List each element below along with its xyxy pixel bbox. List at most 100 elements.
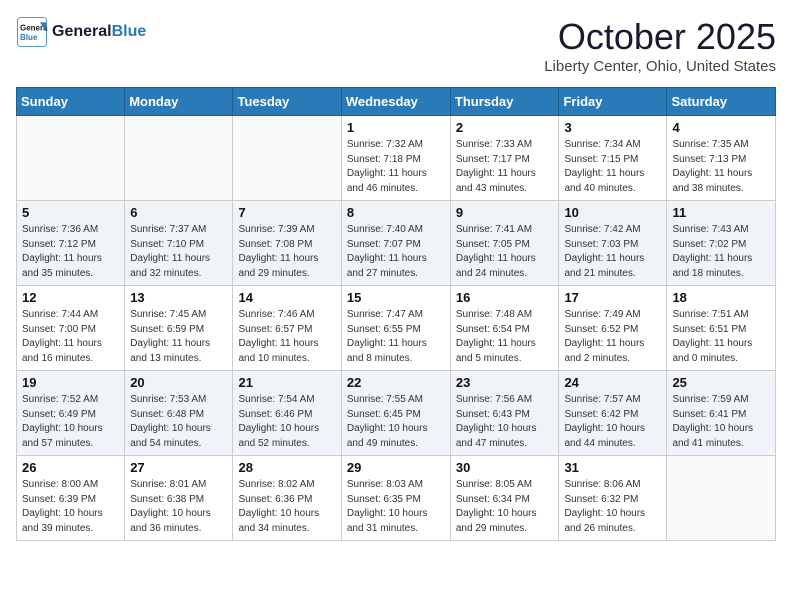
day-number: 4 [672,120,770,135]
weekday-header-tuesday: Tuesday [233,88,341,116]
day-number: 16 [456,290,554,305]
week-row-3: 12Sunrise: 7:44 AM Sunset: 7:00 PM Dayli… [17,286,776,371]
day-cell: 10 Sunrise: 7:42 AM Sunset: 7:03 PM Dayli… [559,201,667,286]
day-cell: 14 Sunrise: 7:46 AM Sunset: 6:57 PM Dayli… [233,286,341,371]
day-cell: 4 Sunrise: 7:35 AM Sunset: 7:13 PM Daylig… [667,116,776,201]
day-number: 26 [22,460,119,475]
day-cell: 7 Sunrise: 7:39 AM Sunset: 7:08 PM Daylig… [233,201,341,286]
day-number: 28 [238,460,335,475]
day-info: Sunrise: 8:03 AM Sunset: 6:35 PM Dayligh… [347,478,445,536]
logo-icon: General Blue [16,16,48,48]
logo-general: General [52,23,112,40]
day-cell: 29 Sunrise: 8:03 AM Sunset: 6:35 PM Dayli… [341,456,450,541]
day-number: 10 [564,205,661,220]
day-info: Sunrise: 7:52 AM Sunset: 6:49 PM Dayligh… [22,393,119,451]
day-info: Sunrise: 7:40 AM Sunset: 7:07 PM Dayligh… [347,223,445,281]
day-info: Sunrise: 7:34 AM Sunset: 7:15 PM Dayligh… [564,138,661,196]
logo: General Blue GeneralBlue [16,16,146,48]
day-cell: 8 Sunrise: 7:40 AM Sunset: 7:07 PM Daylig… [341,201,450,286]
day-info: Sunrise: 7:45 AM Sunset: 6:59 PM Dayligh… [130,308,227,366]
day-number: 27 [130,460,227,475]
day-cell: 16 Sunrise: 7:48 AM Sunset: 6:54 PM Dayli… [450,286,559,371]
day-info: Sunrise: 7:51 AM Sunset: 6:51 PM Dayligh… [672,308,770,366]
week-row-1: 1Sunrise: 7:32 AM Sunset: 7:18 PM Daylig… [17,116,776,201]
day-number: 19 [22,375,119,390]
week-row-5: 26 Sunrise: 8:00 AM Sunset: 6:39 PM Dayli… [17,456,776,541]
day-number: 14 [238,290,335,305]
day-cell: 1Sunrise: 7:32 AM Sunset: 7:18 PM Daylig… [341,116,450,201]
day-cell: 30Sunrise: 8:05 AM Sunset: 6:34 PM Dayli… [450,456,559,541]
day-info: Sunrise: 7:35 AM Sunset: 7:13 PM Dayligh… [672,138,770,196]
day-number: 18 [672,290,770,305]
day-cell: 15 Sunrise: 7:47 AM Sunset: 6:55 PM Dayli… [341,286,450,371]
day-number: 1 [347,120,445,135]
day-cell [667,456,776,541]
day-cell: 3 Sunrise: 7:34 AM Sunset: 7:15 PM Daylig… [559,116,667,201]
day-cell: 26 Sunrise: 8:00 AM Sunset: 6:39 PM Dayli… [17,456,125,541]
weekday-header-wednesday: Wednesday [341,88,450,116]
day-number: 8 [347,205,445,220]
day-cell [233,116,341,201]
day-info: Sunrise: 7:48 AM Sunset: 6:54 PM Dayligh… [456,308,554,366]
page-header: General Blue GeneralBlue October 2025 Li… [16,16,776,75]
day-info: Sunrise: 7:55 AM Sunset: 6:45 PM Dayligh… [347,393,445,451]
day-number: 17 [564,290,661,305]
day-cell: 23Sunrise: 7:56 AM Sunset: 6:43 PM Dayli… [450,371,559,456]
day-info: Sunrise: 7:46 AM Sunset: 6:57 PM Dayligh… [238,308,335,366]
day-info: Sunrise: 7:53 AM Sunset: 6:48 PM Dayligh… [130,393,227,451]
day-info: Sunrise: 8:00 AM Sunset: 6:39 PM Dayligh… [22,478,119,536]
day-cell: 9 Sunrise: 7:41 AM Sunset: 7:05 PM Daylig… [450,201,559,286]
day-cell: 11 Sunrise: 7:43 AM Sunset: 7:02 PM Dayli… [667,201,776,286]
day-info: Sunrise: 7:33 AM Sunset: 7:17 PM Dayligh… [456,138,554,196]
day-info: Sunrise: 7:39 AM Sunset: 7:08 PM Dayligh… [238,223,335,281]
day-cell: 31 Sunrise: 8:06 AM Sunset: 6:32 PM Dayli… [559,456,667,541]
day-number: 7 [238,205,335,220]
day-number: 11 [672,205,770,220]
day-info: Sunrise: 8:01 AM Sunset: 6:38 PM Dayligh… [130,478,227,536]
day-number: 31 [564,460,661,475]
day-info: Sunrise: 7:47 AM Sunset: 6:55 PM Dayligh… [347,308,445,366]
day-info: Sunrise: 7:54 AM Sunset: 6:46 PM Dayligh… [238,393,335,451]
day-number: 24 [564,375,661,390]
day-number: 29 [347,460,445,475]
day-info: Sunrise: 7:59 AM Sunset: 6:41 PM Dayligh… [672,393,770,451]
day-number: 2 [456,120,554,135]
day-cell [17,116,125,201]
day-number: 13 [130,290,227,305]
day-number: 25 [672,375,770,390]
day-info: Sunrise: 8:02 AM Sunset: 6:36 PM Dayligh… [238,478,335,536]
weekday-header-row: SundayMondayTuesdayWednesdayThursdayFrid… [17,88,776,116]
day-cell: 27 Sunrise: 8:01 AM Sunset: 6:38 PM Dayli… [125,456,233,541]
day-cell: 12Sunrise: 7:44 AM Sunset: 7:00 PM Dayli… [17,286,125,371]
day-cell: 5Sunrise: 7:36 AM Sunset: 7:12 PM Daylig… [17,201,125,286]
day-number: 9 [456,205,554,220]
day-info: Sunrise: 8:06 AM Sunset: 6:32 PM Dayligh… [564,478,661,536]
location: Liberty Center, Ohio, United States [544,58,776,75]
day-info: Sunrise: 8:05 AM Sunset: 6:34 PM Dayligh… [456,478,554,536]
day-cell: 21Sunrise: 7:54 AM Sunset: 6:46 PM Dayli… [233,371,341,456]
weekday-header-saturday: Saturday [667,88,776,116]
title-area: October 2025 Liberty Center, Ohio, Unite… [544,16,776,75]
day-number: 3 [564,120,661,135]
day-cell: 24Sunrise: 7:57 AM Sunset: 6:42 PM Dayli… [559,371,667,456]
day-info: Sunrise: 7:49 AM Sunset: 6:52 PM Dayligh… [564,308,661,366]
weekday-header-monday: Monday [125,88,233,116]
day-cell: 22Sunrise: 7:55 AM Sunset: 6:45 PM Dayli… [341,371,450,456]
day-info: Sunrise: 7:37 AM Sunset: 7:10 PM Dayligh… [130,223,227,281]
day-info: Sunrise: 7:43 AM Sunset: 7:02 PM Dayligh… [672,223,770,281]
day-number: 5 [22,205,119,220]
day-cell: 17 Sunrise: 7:49 AM Sunset: 6:52 PM Dayli… [559,286,667,371]
day-cell: 2 Sunrise: 7:33 AM Sunset: 7:17 PM Daylig… [450,116,559,201]
day-info: Sunrise: 7:42 AM Sunset: 7:03 PM Dayligh… [564,223,661,281]
day-info: Sunrise: 7:41 AM Sunset: 7:05 PM Dayligh… [456,223,554,281]
day-number: 15 [347,290,445,305]
calendar: SundayMondayTuesdayWednesdayThursdayFrid… [16,87,776,541]
logo-blue: Blue [112,23,147,40]
day-cell [125,116,233,201]
day-cell: 6Sunrise: 7:37 AM Sunset: 7:10 PM Daylig… [125,201,233,286]
day-cell: 13 Sunrise: 7:45 AM Sunset: 6:59 PM Dayli… [125,286,233,371]
week-row-4: 19 Sunrise: 7:52 AM Sunset: 6:49 PM Dayli… [17,371,776,456]
day-cell: 19 Sunrise: 7:52 AM Sunset: 6:49 PM Dayli… [17,371,125,456]
day-cell: 20Sunrise: 7:53 AM Sunset: 6:48 PM Dayli… [125,371,233,456]
day-cell: 28 Sunrise: 8:02 AM Sunset: 6:36 PM Dayli… [233,456,341,541]
